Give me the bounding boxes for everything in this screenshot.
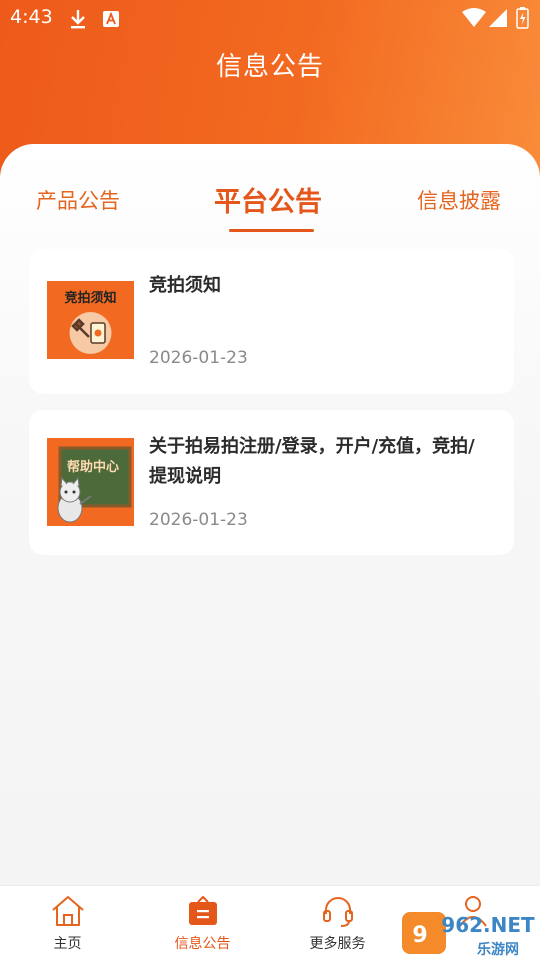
status-bar: 4:43 xyxy=(0,0,540,36)
notice-card[interactable]: 竞拍须知 竞拍须知 2026-01-23 xyxy=(29,249,514,394)
headset-icon xyxy=(322,897,353,927)
app-notification-icon xyxy=(103,11,119,27)
nav-label: 信息公告 xyxy=(174,936,231,952)
svg-text:9: 9 xyxy=(412,923,427,948)
notice-date: 2026-01-23 xyxy=(149,348,248,368)
page-title: 信息公告 xyxy=(215,52,324,82)
thumb-text: 竞拍须知 xyxy=(64,290,116,306)
nav-more-services[interactable]: 更多服务 xyxy=(270,886,405,960)
notice-thumbnail: 帮助中心 xyxy=(47,438,134,526)
watermark-logo: 9 962.NET 乐游网 xyxy=(402,912,535,958)
watermark-subtext: 乐游网 xyxy=(477,941,519,958)
active-tab-indicator xyxy=(229,229,314,232)
notice-title: 关于拍易拍注册/登录，开户/充值，竞拍/提现说明 xyxy=(149,436,475,487)
nav-label: 主页 xyxy=(53,936,82,952)
tab-info-disclosure[interactable]: 信息披露 xyxy=(417,185,501,215)
notice-title: 竞拍须知 xyxy=(149,275,221,296)
notice-card[interactable]: 帮助中心 关于拍易拍注册/登录，开户/充值，竞拍/提现说明 2026-01-23 xyxy=(29,410,514,555)
wifi-icon xyxy=(462,8,486,27)
nav-home[interactable]: 主页 xyxy=(0,886,135,960)
cell-signal-icon xyxy=(489,9,507,27)
notice-date: 2026-01-23 xyxy=(149,510,248,530)
watermark-text: 962.NET xyxy=(441,913,535,937)
status-time: 4:43 xyxy=(10,6,53,28)
tab-product-notices[interactable]: 产品公告 xyxy=(36,185,120,215)
thumb-text: 帮助中心 xyxy=(67,459,119,475)
nav-label: 更多服务 xyxy=(309,936,366,952)
notice-thumbnail: 竞拍须知 xyxy=(47,281,134,359)
download-icon xyxy=(71,10,85,29)
nav-notices[interactable]: 信息公告 xyxy=(135,886,270,960)
home-icon xyxy=(51,896,84,926)
tab-platform-notices[interactable]: 平台公告 xyxy=(214,180,322,219)
battery-icon xyxy=(516,7,529,29)
notice-icon xyxy=(188,895,217,925)
